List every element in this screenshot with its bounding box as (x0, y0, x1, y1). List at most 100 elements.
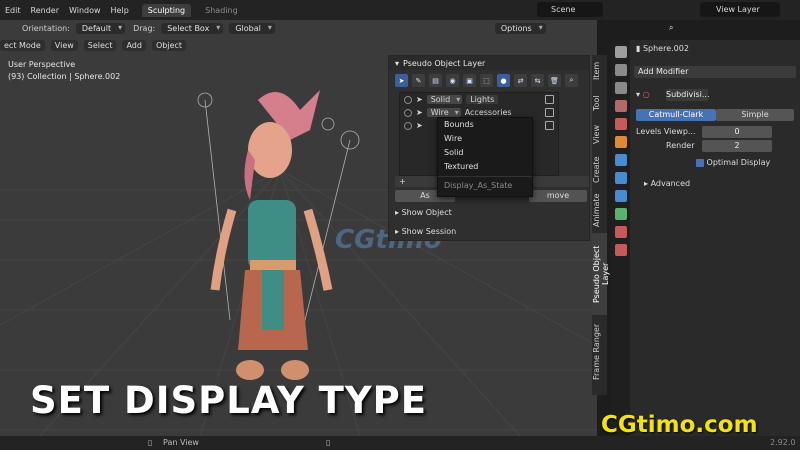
particles-icon[interactable] (614, 172, 627, 184)
tab-create[interactable]: Create (592, 153, 607, 187)
wrench-icon[interactable]: ✎ (412, 74, 425, 87)
options-dropdown[interactable]: Options (494, 22, 546, 34)
trash-icon[interactable]: 🗑 (548, 74, 561, 87)
scene-selector[interactable]: Scene (537, 2, 603, 17)
add-menu[interactable]: Add (122, 39, 146, 51)
eye-icon[interactable]: ◉ (446, 74, 459, 87)
menu-item-textured[interactable]: Textured (438, 160, 532, 174)
trash-icon[interactable] (545, 95, 554, 104)
mouse-icon: ▯ (148, 438, 153, 447)
search-icon[interactable]: ⌕ (565, 74, 578, 87)
version-label: 2.92.0 (770, 438, 796, 447)
status-bar: ▯ Pan View ▯ 2.92.0 (0, 436, 800, 450)
radio-icon[interactable] (404, 108, 412, 117)
layer-name[interactable]: Lights (466, 95, 499, 104)
physics-icon[interactable] (614, 190, 627, 202)
texture-icon[interactable] (614, 244, 627, 256)
sphere-icon[interactable]: ● (497, 74, 510, 87)
display-type-menu: Bounds Wire Solid Textured Display_As_St… (437, 117, 533, 197)
catmull-clark-toggle[interactable]: Catmull-Clark (636, 109, 716, 121)
view-menu[interactable]: View (50, 39, 78, 51)
menu-item-wire[interactable]: Wire (438, 132, 532, 146)
simple-toggle[interactable]: Simple (716, 109, 794, 121)
sidebar-tabs: Item Tool View Create Animate Pseudo Obj… (592, 55, 610, 395)
transfer-icon[interactable]: ⇆ (531, 74, 544, 87)
render-icon[interactable]: ▤ (429, 74, 442, 87)
tab-tool[interactable]: Tool (592, 89, 607, 117)
menu-help[interactable]: Help (106, 6, 134, 15)
panel-title: Pseudo Object Layer (403, 58, 486, 68)
display-type-dropdown[interactable]: Solid (426, 95, 463, 104)
wrench-icon[interactable] (614, 154, 627, 166)
scene-name: Scene (551, 5, 576, 14)
remove-button[interactable]: move (529, 190, 587, 202)
layer-name[interactable]: Accessories (465, 108, 512, 117)
scene-icon[interactable] (614, 100, 627, 112)
advanced-label: Advanced (650, 179, 691, 188)
properties-search-input[interactable]: ⌕ (664, 22, 754, 34)
tab-animate[interactable]: Animate (592, 191, 607, 229)
shuffle-icon[interactable]: ⇄ (514, 74, 527, 87)
render-levels-label: Render (666, 141, 695, 150)
view-layer-selector[interactable]: View Layer (700, 2, 780, 17)
panel-header[interactable]: ▾ Pseudo Object Layer (389, 56, 589, 70)
optimal-display-checkbox[interactable]: Optimal Display (696, 158, 770, 167)
tab-frame-ranger[interactable]: Frame Ranger (592, 319, 607, 385)
drag-label: Drag: (133, 23, 156, 33)
menu-item-bounds[interactable]: Bounds (438, 118, 532, 132)
object-name-row: ▮ Sphere.002 (636, 44, 689, 53)
viewport-header: ect Mode View Select Add Object (0, 37, 597, 53)
orientation-dropdown[interactable]: Default (75, 22, 126, 34)
menu-edit[interactable]: Edit (0, 6, 26, 15)
radio-icon[interactable] (404, 95, 412, 104)
checkbox-icon (696, 158, 704, 167)
select-menu[interactable]: Select (83, 39, 117, 51)
workspace-tab-shading[interactable]: Shading (199, 4, 244, 17)
cursor-icon: ➤ (416, 121, 423, 130)
cursor-icon[interactable]: ➤ (395, 74, 408, 87)
advanced-subpanel[interactable]: ▸ Advanced (644, 179, 690, 188)
radio-icon[interactable] (404, 121, 412, 130)
watermark: CGtimo.com (601, 412, 758, 438)
drag-dropdown[interactable]: Select Box (161, 22, 224, 34)
cursor-icon: ➤ (416, 95, 423, 104)
levels-viewport-field[interactable]: 0 (702, 126, 772, 138)
object-icon[interactable] (614, 136, 627, 148)
camera-icon[interactable]: ▣ (463, 74, 476, 87)
select-icon[interactable]: ⬚ (480, 74, 493, 87)
render-icon[interactable] (614, 64, 627, 76)
menu-item-solid[interactable]: Solid (438, 146, 532, 160)
world-icon[interactable] (614, 118, 627, 130)
workspace-tab-sculpting[interactable]: Sculpting (141, 3, 192, 17)
subdivision-icon: ○ (642, 90, 650, 99)
trash-icon[interactable] (545, 121, 554, 130)
trash-icon[interactable] (545, 108, 554, 117)
modifier-name-field[interactable]: Subdivisi... (666, 89, 710, 101)
modifier-header[interactable]: ▾ ○ (636, 90, 650, 99)
menu-render[interactable]: Render (26, 6, 64, 15)
list-item[interactable]: ➤ Solid Lights (400, 93, 558, 106)
add-modifier-button[interactable]: Add Modifier (634, 66, 796, 78)
cursor-icon: ➤ (416, 108, 423, 117)
viewport-tool-header: Orientation: Default Drag: Select Box Gl… (0, 20, 597, 36)
data-icon[interactable] (614, 208, 627, 220)
output-icon[interactable] (614, 82, 627, 94)
display-type-dropdown[interactable]: Wire (426, 108, 461, 117)
tool-icon[interactable] (614, 46, 627, 58)
show-object-toggle[interactable]: ▸ Show Object (395, 208, 452, 217)
tab-item[interactable]: Item (592, 57, 607, 85)
tab-pseudo-object-layer[interactable]: Pseudo Object Layer (592, 233, 610, 315)
optimal-display-label: Optimal Display (706, 158, 771, 167)
view-layer-name: View Layer (716, 5, 760, 14)
material-icon[interactable] (614, 226, 627, 238)
transform-orientation-dropdown[interactable]: Global (229, 22, 275, 34)
top-menu-bar: Edit Render Window Help Sculpting Shadin… (0, 0, 800, 20)
properties-editor: ⌕ ▮ Sphere.002 Add Modifier ▾ ○ Subdivis… (630, 22, 800, 436)
object-menu[interactable]: Object (151, 39, 187, 51)
tab-view[interactable]: View (592, 121, 607, 149)
render-levels-field[interactable]: 2 (702, 140, 772, 152)
menu-divider (438, 176, 532, 177)
mode-selector[interactable]: ect Mode (0, 39, 45, 51)
menu-window[interactable]: Window (64, 6, 106, 15)
show-session-toggle[interactable]: ▸ Show Session (395, 227, 456, 236)
